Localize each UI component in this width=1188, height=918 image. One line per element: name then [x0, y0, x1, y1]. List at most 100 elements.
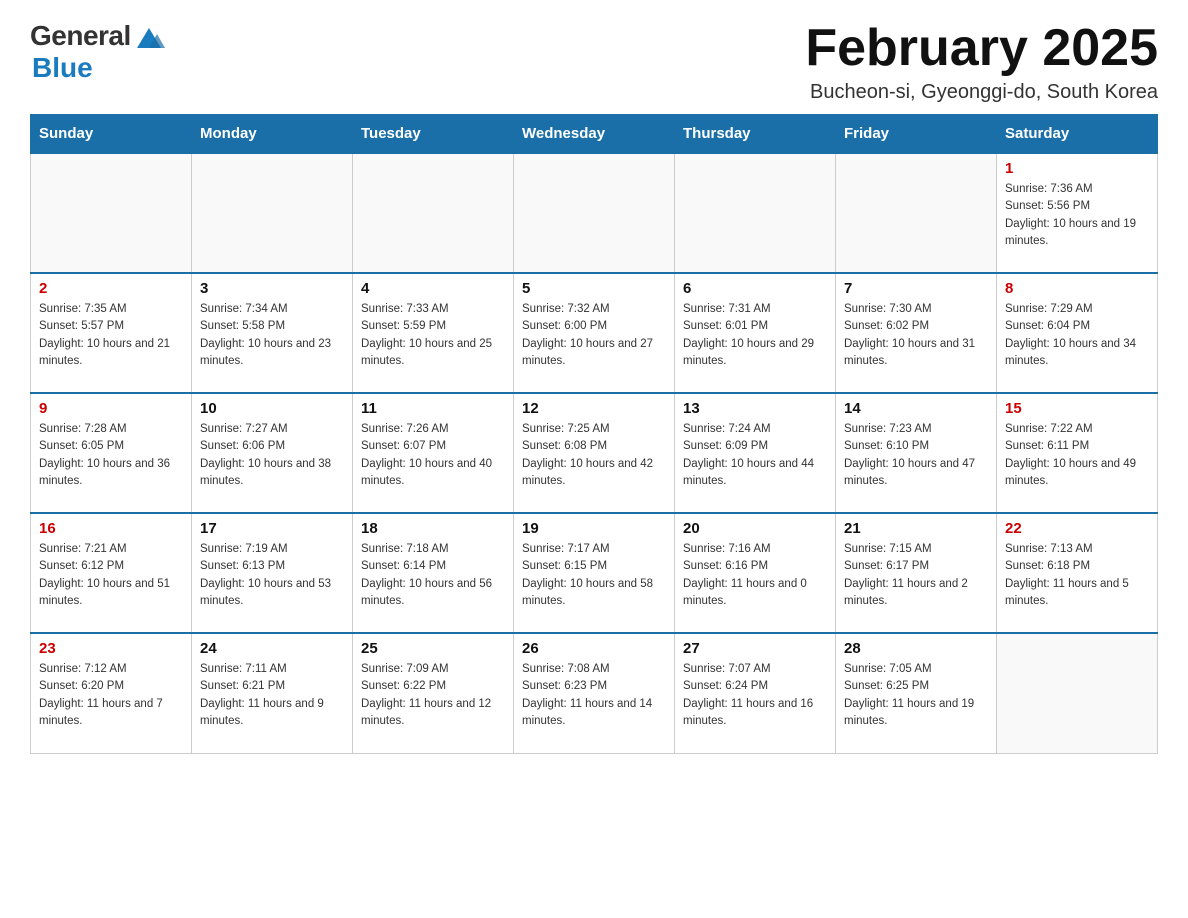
day-number: 25 — [361, 640, 505, 657]
calendar-cell — [353, 153, 514, 273]
day-number: 16 — [39, 520, 183, 537]
day-header-sunday: Sunday — [31, 115, 192, 154]
day-number: 17 — [200, 520, 344, 537]
day-number: 23 — [39, 640, 183, 657]
day-number: 22 — [1005, 520, 1149, 537]
calendar-week-row: 23 Sunrise: 7:12 AM Sunset: 6:20 PM Dayli… — [31, 633, 1158, 753]
day-number: 1 — [1005, 160, 1149, 177]
day-info: Sunrise: 7:12 AM Sunset: 6:20 PM Dayligh… — [39, 661, 183, 730]
calendar-week-row: 9Sunrise: 7:28 AM Sunset: 6:05 PM Daylig… — [31, 393, 1158, 513]
month-title: February 2025 — [805, 20, 1158, 77]
calendar-cell: 5Sunrise: 7:32 AM Sunset: 6:00 PM Daylig… — [514, 273, 675, 393]
day-info: Sunrise: 7:15 AM Sunset: 6:17 PM Dayligh… — [844, 541, 988, 610]
day-number: 26 — [522, 640, 666, 657]
calendar-cell: 6 Sunrise: 7:31 AM Sunset: 6:01 PM Daylig… — [675, 273, 836, 393]
day-number: 10 — [200, 400, 344, 417]
day-info: Sunrise: 7:19 AM Sunset: 6:13 PM Dayligh… — [200, 541, 344, 610]
calendar-cell — [31, 153, 192, 273]
day-number: 7 — [844, 280, 988, 297]
day-header-wednesday: Wednesday — [514, 115, 675, 154]
calendar-cell: 12Sunrise: 7:25 AM Sunset: 6:08 PM Dayli… — [514, 393, 675, 513]
day-number: 28 — [844, 640, 988, 657]
day-info: Sunrise: 7:05 AM Sunset: 6:25 PM Dayligh… — [844, 661, 988, 730]
day-info: Sunrise: 7:23 AM Sunset: 6:10 PM Dayligh… — [844, 421, 988, 490]
calendar-cell: 9Sunrise: 7:28 AM Sunset: 6:05 PM Daylig… — [31, 393, 192, 513]
day-info: Sunrise: 7:33 AM Sunset: 5:59 PM Dayligh… — [361, 301, 505, 370]
day-number: 4 — [361, 280, 505, 297]
day-info: Sunrise: 7:17 AM Sunset: 6:15 PM Dayligh… — [522, 541, 666, 610]
day-number: 19 — [522, 520, 666, 537]
calendar-cell: 21 Sunrise: 7:15 AM Sunset: 6:17 PM Dayli… — [836, 513, 997, 633]
calendar-week-row: 2 Sunrise: 7:35 AM Sunset: 5:57 PM Daylig… — [31, 273, 1158, 393]
day-info: Sunrise: 7:35 AM Sunset: 5:57 PM Dayligh… — [39, 301, 183, 370]
calendar-cell: 20 Sunrise: 7:16 AM Sunset: 6:16 PM Dayli… — [675, 513, 836, 633]
day-number: 12 — [522, 400, 666, 417]
calendar-header-row: SundayMondayTuesdayWednesdayThursdayFrid… — [31, 115, 1158, 154]
calendar-cell — [514, 153, 675, 273]
calendar-cell: 24 Sunrise: 7:11 AM Sunset: 6:21 PM Dayli… — [192, 633, 353, 753]
calendar-cell: 10 Sunrise: 7:27 AM Sunset: 6:06 PM Dayli… — [192, 393, 353, 513]
day-number: 18 — [361, 520, 505, 537]
calendar-cell: 7 Sunrise: 7:30 AM Sunset: 6:02 PM Daylig… — [836, 273, 997, 393]
day-number: 21 — [844, 520, 988, 537]
day-info: Sunrise: 7:34 AM Sunset: 5:58 PM Dayligh… — [200, 301, 344, 370]
day-number: 15 — [1005, 400, 1149, 417]
day-number: 24 — [200, 640, 344, 657]
calendar-cell: 23 Sunrise: 7:12 AM Sunset: 6:20 PM Dayli… — [31, 633, 192, 753]
day-info: Sunrise: 7:29 AM Sunset: 6:04 PM Dayligh… — [1005, 301, 1149, 370]
day-number: 13 — [683, 400, 827, 417]
day-header-friday: Friday — [836, 115, 997, 154]
calendar-cell — [997, 633, 1158, 753]
day-info: Sunrise: 7:18 AM Sunset: 6:14 PM Dayligh… — [361, 541, 505, 610]
calendar-cell: 4 Sunrise: 7:33 AM Sunset: 5:59 PM Daylig… — [353, 273, 514, 393]
day-number: 2 — [39, 280, 183, 297]
calendar-table: SundayMondayTuesdayWednesdayThursdayFrid… — [30, 114, 1158, 754]
calendar-cell: 8Sunrise: 7:29 AM Sunset: 6:04 PM Daylig… — [997, 273, 1158, 393]
calendar-cell: 13 Sunrise: 7:24 AM Sunset: 6:09 PM Dayli… — [675, 393, 836, 513]
day-info: Sunrise: 7:32 AM Sunset: 6:00 PM Dayligh… — [522, 301, 666, 370]
day-number: 11 — [361, 400, 505, 417]
day-info: Sunrise: 7:31 AM Sunset: 6:01 PM Dayligh… — [683, 301, 827, 370]
day-info: Sunrise: 7:08 AM Sunset: 6:23 PM Dayligh… — [522, 661, 666, 730]
calendar-cell: 19 Sunrise: 7:17 AM Sunset: 6:15 PM Dayli… — [514, 513, 675, 633]
calendar-cell — [192, 153, 353, 273]
day-number: 9 — [39, 400, 183, 417]
day-info: Sunrise: 7:09 AM Sunset: 6:22 PM Dayligh… — [361, 661, 505, 730]
day-number: 6 — [683, 280, 827, 297]
day-number: 27 — [683, 640, 827, 657]
logo-blue-text: Blue — [32, 52, 93, 84]
day-info: Sunrise: 7:16 AM Sunset: 6:16 PM Dayligh… — [683, 541, 827, 610]
day-number: 20 — [683, 520, 827, 537]
calendar-cell: 26 Sunrise: 7:08 AM Sunset: 6:23 PM Dayli… — [514, 633, 675, 753]
calendar-week-row: 1 Sunrise: 7:36 AM Sunset: 5:56 PM Daylig… — [31, 153, 1158, 273]
calendar-cell: 1 Sunrise: 7:36 AM Sunset: 5:56 PM Daylig… — [997, 153, 1158, 273]
logo-icon — [133, 20, 165, 52]
day-number: 14 — [844, 400, 988, 417]
day-header-saturday: Saturday — [997, 115, 1158, 154]
day-info: Sunrise: 7:36 AM Sunset: 5:56 PM Dayligh… — [1005, 181, 1149, 250]
calendar-cell: 14 Sunrise: 7:23 AM Sunset: 6:10 PM Dayli… — [836, 393, 997, 513]
calendar-cell: 15 Sunrise: 7:22 AM Sunset: 6:11 PM Dayli… — [997, 393, 1158, 513]
calendar-week-row: 16 Sunrise: 7:21 AM Sunset: 6:12 PM Dayli… — [31, 513, 1158, 633]
logo: General Blue — [30, 20, 165, 84]
calendar-cell: 3 Sunrise: 7:34 AM Sunset: 5:58 PM Daylig… — [192, 273, 353, 393]
calendar-cell: 17 Sunrise: 7:19 AM Sunset: 6:13 PM Dayli… — [192, 513, 353, 633]
calendar-cell: 27Sunrise: 7:07 AM Sunset: 6:24 PM Dayli… — [675, 633, 836, 753]
day-info: Sunrise: 7:11 AM Sunset: 6:21 PM Dayligh… — [200, 661, 344, 730]
logo-text-general: General — [30, 20, 131, 52]
calendar-cell: 2 Sunrise: 7:35 AM Sunset: 5:57 PM Daylig… — [31, 273, 192, 393]
day-info: Sunrise: 7:27 AM Sunset: 6:06 PM Dayligh… — [200, 421, 344, 490]
calendar-cell — [836, 153, 997, 273]
day-number: 3 — [200, 280, 344, 297]
title-area: February 2025 Bucheon-si, Gyeonggi-do, S… — [805, 20, 1158, 104]
calendar-cell: 22Sunrise: 7:13 AM Sunset: 6:18 PM Dayli… — [997, 513, 1158, 633]
day-info: Sunrise: 7:24 AM Sunset: 6:09 PM Dayligh… — [683, 421, 827, 490]
day-info: Sunrise: 7:22 AM Sunset: 6:11 PM Dayligh… — [1005, 421, 1149, 490]
day-info: Sunrise: 7:30 AM Sunset: 6:02 PM Dayligh… — [844, 301, 988, 370]
day-info: Sunrise: 7:26 AM Sunset: 6:07 PM Dayligh… — [361, 421, 505, 490]
day-header-tuesday: Tuesday — [353, 115, 514, 154]
calendar-cell: 25 Sunrise: 7:09 AM Sunset: 6:22 PM Dayli… — [353, 633, 514, 753]
calendar-cell: 18 Sunrise: 7:18 AM Sunset: 6:14 PM Dayli… — [353, 513, 514, 633]
day-info: Sunrise: 7:21 AM Sunset: 6:12 PM Dayligh… — [39, 541, 183, 610]
page-header: General Blue February 2025 Bucheon-si, G… — [30, 20, 1158, 104]
